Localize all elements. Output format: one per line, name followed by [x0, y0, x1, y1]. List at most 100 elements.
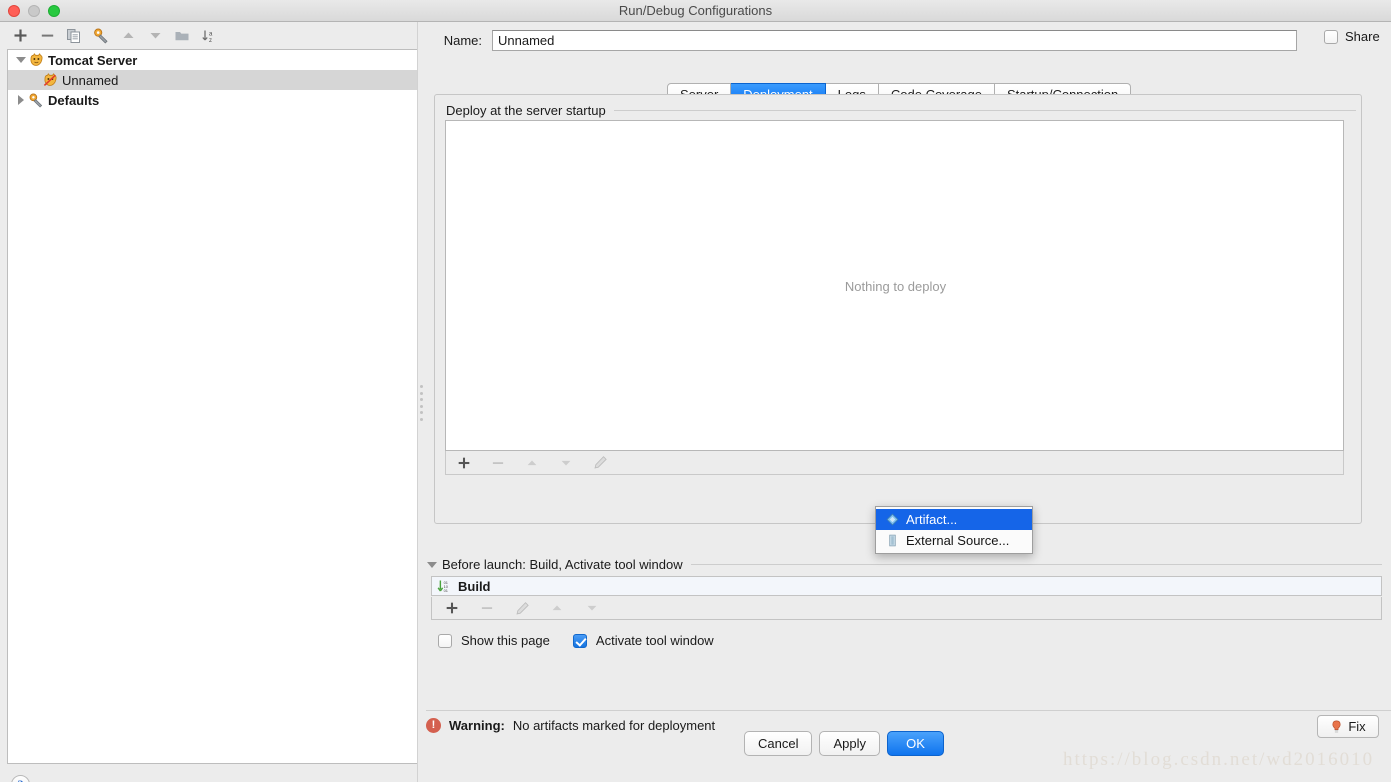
svg-text:a: a — [209, 31, 213, 37]
wrench-icon — [28, 92, 45, 108]
remove-configuration-button[interactable] — [35, 25, 59, 47]
menu-item-label: External Source... — [906, 533, 1010, 548]
expand-toggle-tomcat-server[interactable] — [14, 53, 28, 67]
move-down-button[interactable] — [143, 25, 167, 47]
tree-item-label: Unnamed — [62, 72, 119, 88]
configuration-editor-panel: Name: Share Server Deployment Logs Code … — [426, 22, 1391, 782]
chevron-down-icon — [16, 57, 26, 63]
fix-button-label: Fix — [1348, 719, 1366, 734]
help-button[interactable]: ? — [11, 775, 30, 782]
remove-deployment-button — [486, 452, 510, 474]
move-task-up-button — [545, 597, 569, 619]
tree-item-unnamed[interactable]: Unnamed — [8, 70, 417, 90]
pencil-icon — [593, 456, 607, 469]
name-input[interactable] — [492, 29, 1297, 51]
copy-icon — [67, 28, 80, 43]
group-separator — [601, 110, 1356, 111]
add-deployment-button[interactable] — [452, 452, 476, 474]
lightbulb-icon — [1332, 720, 1341, 733]
warning-message: No artifacts marked for deployment — [512, 718, 716, 733]
move-down-deployment-button — [554, 452, 578, 474]
share-checkbox[interactable] — [1324, 29, 1338, 44]
minus-icon — [481, 607, 493, 609]
tree-item-label: Defaults — [48, 92, 100, 108]
before-launch-separator — [682, 564, 1382, 565]
add-configuration-button[interactable] — [8, 25, 32, 47]
share-checkbox-row[interactable]: Share — [1324, 29, 1380, 44]
pencil-icon — [515, 601, 529, 615]
cancel-button[interactable]: Cancel — [744, 731, 813, 756]
apply-button[interactable]: Apply — [819, 731, 880, 756]
move-up-deployment-button — [520, 452, 544, 474]
empty-state-message: Nothing to deploy — [844, 279, 947, 294]
deploy-group-title: Deploy at the server startup — [446, 103, 614, 118]
watermark-text: https://blog.csdn.net/wd2016010 — [1063, 749, 1375, 770]
sort-alpha-icon: a z — [202, 30, 213, 44]
status-warning: ! Warning: No artifacts marked for deplo… — [426, 718, 715, 733]
move-task-down-button — [580, 597, 604, 619]
tree-item-label: Tomcat Server — [48, 52, 138, 68]
expand-toggle-defaults[interactable] — [14, 93, 28, 107]
artifact-icon — [886, 513, 899, 526]
chevron-down-icon[interactable] — [427, 561, 437, 568]
ok-button[interactable]: OK — [887, 731, 944, 756]
dialog-buttons: Cancel Apply OK — [744, 731, 944, 756]
configurations-toolbar: a z — [0, 22, 418, 49]
tree-item-defaults[interactable]: Defaults — [8, 90, 417, 110]
before-launch-task-list[interactable]: 01 10 01 Build — [431, 576, 1382, 596]
arrow-up-icon — [552, 605, 562, 611]
sort-configurations-button[interactable]: a z — [197, 25, 221, 47]
plus-icon — [458, 457, 470, 468]
arrow-up-icon — [527, 459, 537, 465]
copy-configuration-button[interactable] — [62, 25, 86, 47]
before-launch-title: Before launch: Build, Activate tool wind… — [442, 557, 683, 572]
remove-task-button — [475, 597, 499, 619]
plus-icon — [14, 29, 26, 42]
chevron-right-icon — [18, 95, 24, 105]
before-launch-options: Show this page Activate tool window — [438, 633, 714, 648]
menu-item-external-source[interactable]: External Source... — [876, 530, 1032, 551]
deployment-list[interactable]: Nothing to deploy — [445, 120, 1344, 451]
splitter-grip-icon — [420, 385, 424, 421]
show-this-page-label: Show this page — [461, 633, 550, 648]
panel-splitter[interactable] — [418, 22, 426, 782]
wrench-icon — [94, 28, 108, 43]
fix-button[interactable]: Fix — [1317, 715, 1379, 738]
minus-icon — [492, 461, 504, 464]
show-this-page-checkbox[interactable] — [438, 633, 452, 648]
warning-prefix: Warning: — [449, 718, 505, 733]
external-source-icon — [889, 534, 896, 547]
arrow-down-icon — [150, 33, 160, 39]
tree-item-tomcat-server[interactable]: Tomcat Server — [8, 50, 417, 70]
menu-item-artifact[interactable]: Artifact... — [876, 509, 1032, 530]
svg-text:01: 01 — [444, 588, 448, 593]
run-debug-configurations-dialog: Run/Debug Configurations a z Tomcat Serv… — [0, 0, 1391, 782]
build-icon: 01 10 01 — [437, 579, 449, 593]
add-task-button[interactable] — [440, 597, 464, 619]
window-title: Run/Debug Configurations — [618, 3, 773, 18]
arrow-down-icon — [587, 605, 597, 611]
activate-tool-window-label: Activate tool window — [595, 633, 714, 648]
name-row: Name: — [426, 27, 1391, 53]
edit-deployment-button — [588, 452, 612, 474]
arrow-up-icon — [123, 32, 133, 38]
folder-icon — [175, 31, 189, 40]
add-deployment-popup-menu[interactable]: Artifact... External Source... — [875, 506, 1033, 554]
configurations-tree[interactable]: Tomcat Server Unnamed Defaults — [7, 49, 418, 764]
before-launch-header[interactable]: Before launch: Build, Activate tool wind… — [427, 557, 691, 572]
create-folder-button[interactable] — [170, 25, 194, 47]
plus-icon — [446, 602, 458, 614]
tomcat-disabled-icon — [42, 72, 59, 88]
configurations-panel: a z Tomcat Server Unnamed Defaults — [0, 22, 418, 782]
edit-task-button — [510, 597, 534, 619]
warning-icon: ! — [426, 718, 441, 733]
before-launch-task-label: Build — [458, 578, 491, 594]
menu-item-label: Artifact... — [906, 512, 958, 527]
svg-text:z: z — [209, 38, 212, 44]
tomcat-icon — [28, 52, 45, 68]
minus-icon — [41, 34, 53, 37]
move-up-button[interactable] — [116, 25, 140, 47]
activate-tool-window-checkbox[interactable] — [572, 633, 587, 648]
arrow-down-icon — [561, 460, 571, 466]
edit-defaults-button[interactable] — [89, 25, 113, 47]
